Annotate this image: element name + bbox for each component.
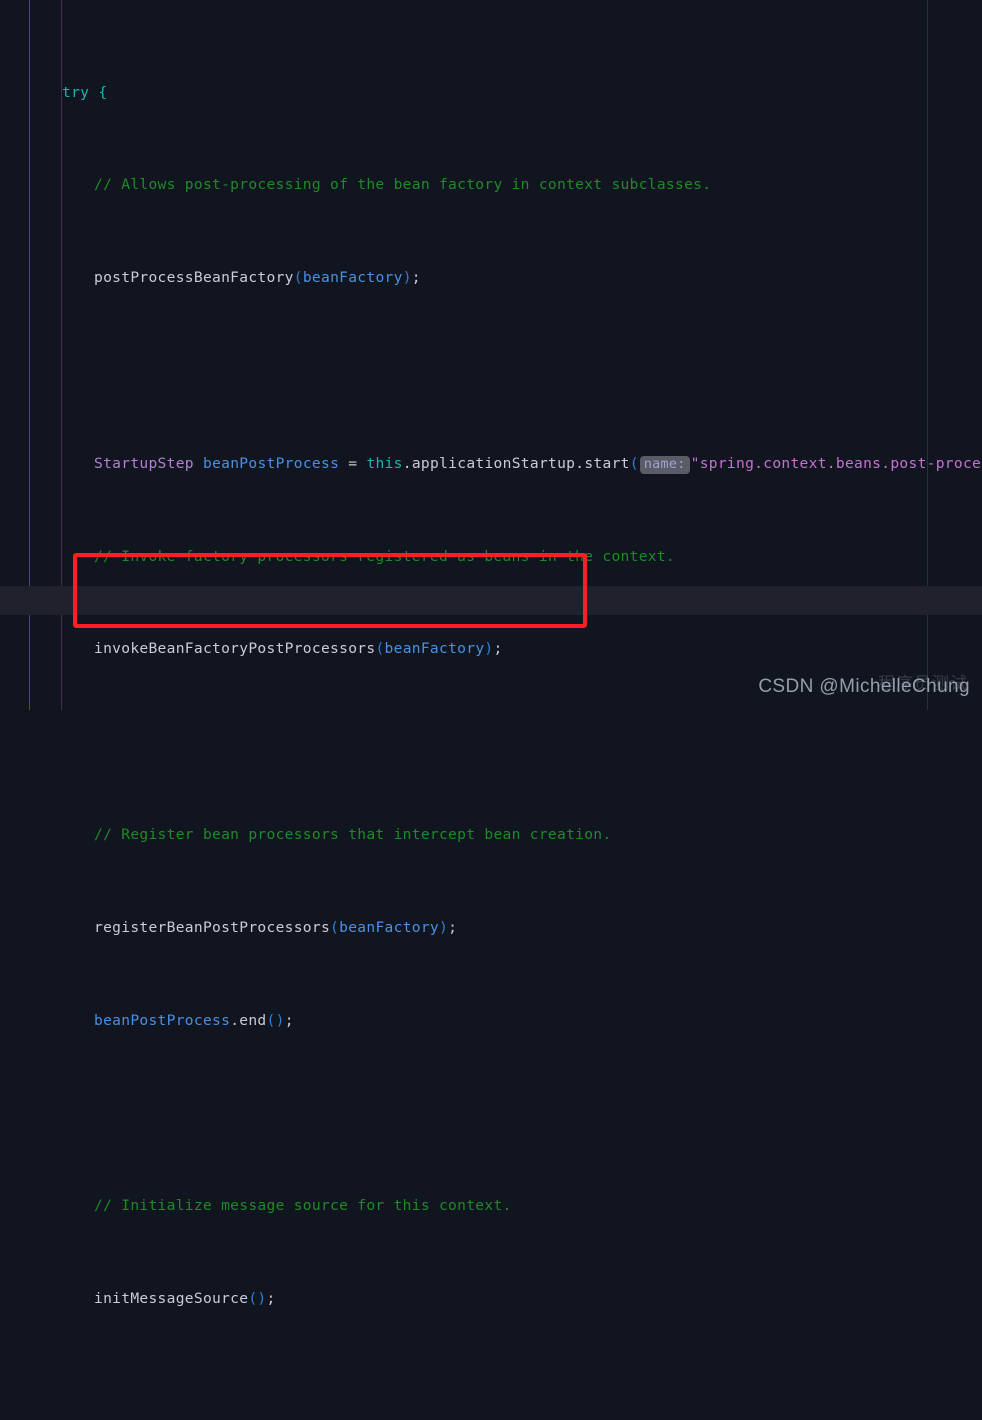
code-content[interactable]: try { // Allows post-processing of the b… xyxy=(0,0,982,1307)
close-paren: ) xyxy=(439,918,449,936)
open-paren: ( xyxy=(629,454,639,472)
empty-parens: () xyxy=(266,1011,285,1029)
equals-operator: = xyxy=(348,454,358,472)
semicolon: ; xyxy=(266,1289,276,1307)
code-line-8-blank xyxy=(0,730,982,753)
method-call-end: .end xyxy=(230,1011,267,1029)
empty-parens: () xyxy=(248,1289,267,1307)
close-paren: ) xyxy=(484,640,494,658)
open-paren: ( xyxy=(293,269,303,287)
code-line-13[interactable]: // Initialize message source for this co… xyxy=(0,1194,982,1217)
code-line-11[interactable]: beanPostProcess.end(); xyxy=(0,1009,982,1032)
code-line-10[interactable]: registerBeanPostProcessors(beanFactory); xyxy=(0,916,982,939)
comment-text: // Initialize message source for this co… xyxy=(94,1197,512,1215)
open-paren: ( xyxy=(330,918,340,936)
method-call-postprocessbeanfactory: postProcessBeanFactory xyxy=(94,269,294,287)
arg-beanfactory: beanFactory xyxy=(339,918,440,936)
open-paren: ( xyxy=(375,640,385,658)
arg-beanfactory: beanFactory xyxy=(384,640,485,658)
keyword-try: try { xyxy=(62,83,108,101)
code-line-14[interactable]: initMessageSource(); xyxy=(0,1287,982,1310)
field-applicationstartup-start: .applicationStartup.start xyxy=(402,454,630,472)
code-line-12-blank xyxy=(0,1101,982,1124)
code-line-1[interactable]: try { xyxy=(0,81,982,104)
type-startupstep: StartupStep xyxy=(94,454,194,472)
code-line-5[interactable]: StartupStep beanPostProcess = this.appli… xyxy=(0,452,982,475)
semicolon: ; xyxy=(448,918,458,936)
semicolon: ; xyxy=(411,269,421,287)
keyword-this: this xyxy=(366,454,403,472)
object-beanpostprocess: beanPostProcess xyxy=(94,1011,231,1029)
code-line-4-blank xyxy=(0,359,982,382)
close-paren: ) xyxy=(402,269,412,287)
method-call-invokebeanfactorypostprocessors: invokeBeanFactoryPostProcessors xyxy=(94,640,376,658)
comment-text: // Allows post-processing of the bean fa… xyxy=(94,176,712,194)
code-line-7[interactable]: invokeBeanFactoryPostProcessors(beanFact… xyxy=(0,637,982,660)
code-line-2[interactable]: // Allows post-processing of the bean fa… xyxy=(0,173,982,196)
code-line-9[interactable]: // Register bean processors that interce… xyxy=(0,823,982,846)
semicolon: ; xyxy=(493,640,503,658)
code-line-6[interactable]: // Invoke factory processors registered … xyxy=(0,545,982,568)
arg-beanfactory: beanFactory xyxy=(302,269,403,287)
method-call-initmessagesource: initMessageSource xyxy=(94,1289,249,1307)
comment-text: // Invoke factory processors registered … xyxy=(94,547,676,565)
code-editor[interactable]: try { // Allows post-processing of the b… xyxy=(0,0,982,1307)
code-line-3[interactable]: postProcessBeanFactory(beanFactory); xyxy=(0,266,982,289)
var-beanpostprocess: beanPostProcess xyxy=(202,454,340,472)
method-call-registerbeanpostprocessors: registerBeanPostProcessors xyxy=(94,918,331,936)
string-literal: "spring.context.beans.post-process" xyxy=(690,454,982,472)
code-line-15-blank xyxy=(0,1380,982,1403)
semicolon: ; xyxy=(284,1011,294,1029)
watermark-csdn: CSDN @MichelleChung xyxy=(758,676,970,697)
comment-text: // Register bean processors that interce… xyxy=(94,825,612,843)
parameter-name-hint: name: xyxy=(639,455,690,474)
